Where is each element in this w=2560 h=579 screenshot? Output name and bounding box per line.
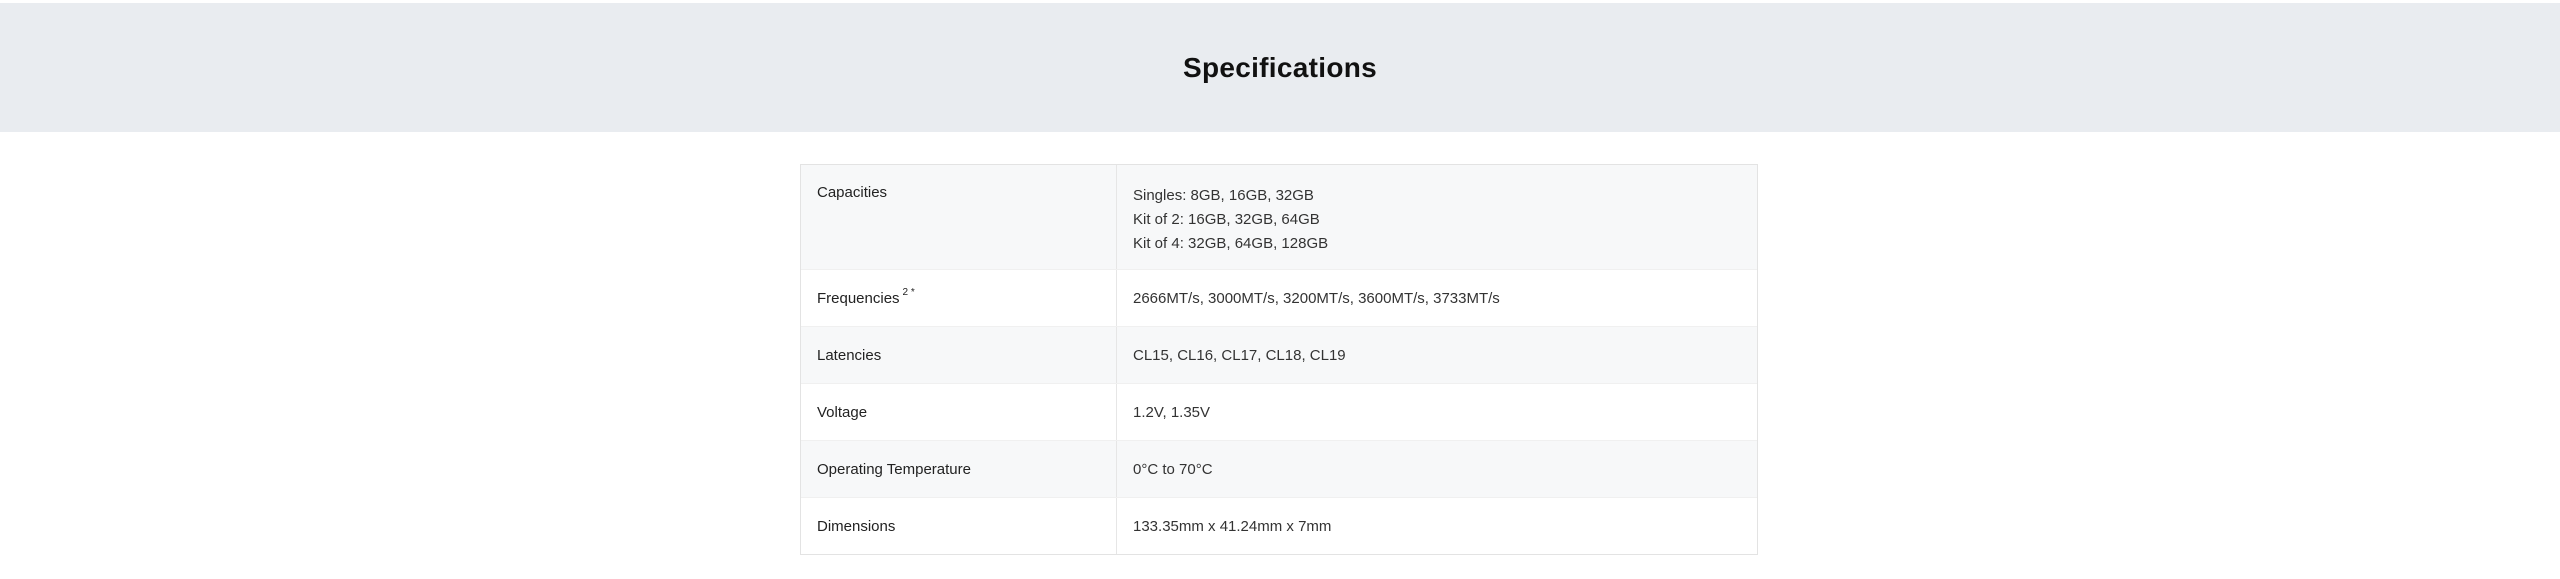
table-row-latencies: Latencies CL15, CL16, CL17, CL18, CL19 xyxy=(801,326,1757,383)
table-row-capacities: Capacities Singles: 8GB, 16GB, 32GB Kit … xyxy=(801,165,1757,269)
spec-label-frequencies-cell: Frequencies 2 * xyxy=(801,270,1117,326)
spec-value-voltage: 1.2V, 1.35V xyxy=(1133,403,1211,421)
footnote-marker: 2 * xyxy=(902,286,915,298)
table-row-voltage: Voltage 1.2V, 1.35V xyxy=(801,383,1757,440)
table-row-operating-temperature: Operating Temperature 0°C to 70°C xyxy=(801,440,1757,497)
spec-value-latencies: CL15, CL16, CL17, CL18, CL19 xyxy=(1133,346,1346,364)
spec-value-frequencies: 2666MT/s, 3000MT/s, 3200MT/s, 3600MT/s, … xyxy=(1133,289,1500,307)
spec-label-operating-temperature: Operating Temperature xyxy=(801,441,1117,497)
spec-value-operating-temperature: 0°C to 70°C xyxy=(1133,460,1213,478)
spec-value-capacities: Singles: 8GB, 16GB, 32GB Kit of 2: 16GB,… xyxy=(1117,165,1757,269)
capacity-kit-of-4: Kit of 4: 32GB, 64GB, 128GB xyxy=(1133,235,1329,252)
table-row-frequencies: Frequencies 2 * 2666MT/s, 3000MT/s, 3200… xyxy=(801,269,1757,326)
spec-label-capacities: Capacities xyxy=(801,165,1117,269)
capacity-kit-of-2: Kit of 2: 16GB, 32GB, 64GB xyxy=(1133,211,1320,228)
spec-label-latencies: Latencies xyxy=(801,327,1117,383)
spec-label-voltage: Voltage xyxy=(801,384,1117,440)
capacity-singles: Singles: 8GB, 16GB, 32GB xyxy=(1133,187,1314,204)
specifications-header: Specifications xyxy=(0,3,2560,132)
spec-label-frequencies: Frequencies xyxy=(817,289,900,307)
table-row-dimensions: Dimensions 133.35mm x 41.24mm x 7mm xyxy=(801,497,1757,554)
page-title: Specifications xyxy=(1182,51,1378,83)
spec-label-dimensions: Dimensions xyxy=(801,498,1117,554)
spec-value-dimensions: 133.35mm x 41.24mm x 7mm xyxy=(1133,517,1332,535)
specifications-table: Capacities Singles: 8GB, 16GB, 32GB Kit … xyxy=(800,164,1758,555)
